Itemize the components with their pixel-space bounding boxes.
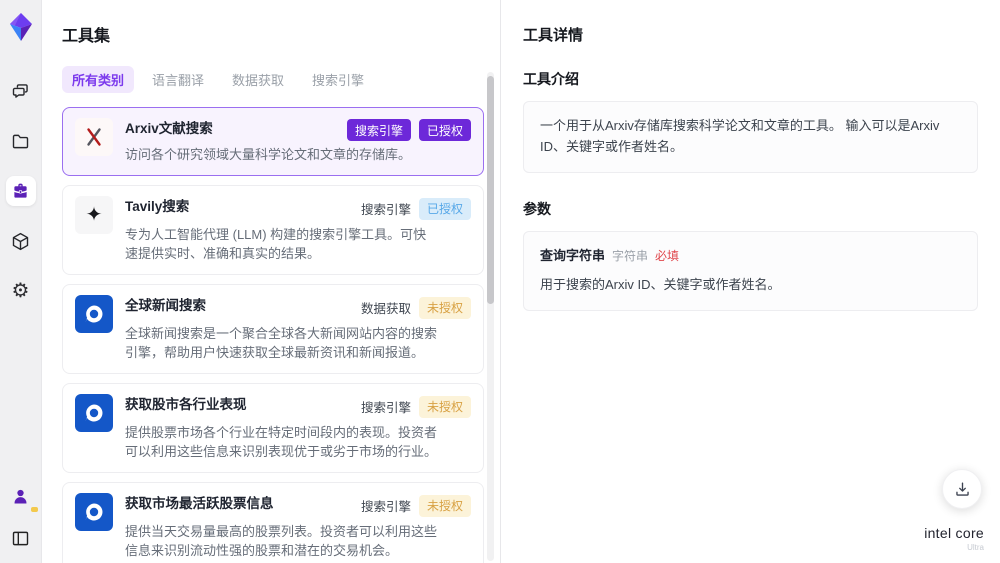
tool-description: 提供股票市场各个行业在特定时间段内的表现。投资者可以利用这些信息来识别表现优于或… [125, 424, 438, 460]
status-badge: 未授权 [418, 494, 471, 517]
tool-detail-panel: 工具详情 工具介绍 一个用于从Arxiv存储库搜索科学论文和文章的工具。 输入可… [500, 0, 1000, 563]
user-avatar-icon[interactable] [6, 481, 38, 512]
tab-search-engine[interactable]: 搜索引擎 [302, 66, 374, 93]
category-badge: 搜索引擎 [346, 119, 411, 141]
tab-data-fetch[interactable]: 数据获取 [222, 66, 294, 93]
tool-description: 提供当天交易量最高的股票列表。投资者可以利用这些信息来识别流动性强的股票和潜在的… [125, 523, 438, 559]
tool-card-global-news[interactable]: 全球新闻搜索 数据获取 未授权 全球新闻搜索是一个聚合全球各大新闻网站内容的搜索… [62, 283, 484, 374]
badges: 搜索引擎 未授权 [361, 394, 471, 419]
param-head: 查询字符串 字符串 必填 [540, 246, 961, 267]
tool-title: Arxiv文献搜索 [125, 121, 213, 136]
tool-title: 全球新闻搜索 [125, 297, 206, 313]
tool-title: 获取股市各行业表现 [125, 396, 247, 412]
arxiv-logo-icon [75, 118, 113, 156]
tool-card-most-active-stocks[interactable]: 获取市场最活跃股票信息 搜索引擎 未授权 提供当天交易量最高的股票列表。投资者可… [62, 481, 484, 563]
badges: 数据获取 未授权 [361, 295, 471, 320]
status-badge: 已授权 [418, 197, 471, 220]
news-bubble-icon [75, 492, 113, 531]
intro-text: 一个用于从Arxiv存储库搜索科学论文和文章的工具。 输入可以是Arxiv ID… [540, 118, 940, 154]
chat-icon[interactable] [6, 76, 36, 106]
card-content: Arxiv文献搜索 搜索引擎 已授权 访问各个研究领域大量科学论文和文章的存储库… [125, 118, 471, 165]
card-content: Tavily搜索 搜索引擎 已授权 专为人工智能代理 (LLM) 构建的搜索引擎… [125, 196, 471, 264]
user-status-dot [30, 507, 38, 512]
folder-icon[interactable] [6, 126, 36, 156]
tool-title: Tavily搜索 [125, 198, 190, 214]
tab-all-categories[interactable]: 所有类别 [62, 66, 135, 93]
param-description: 用于搜索的Arxiv ID、关键字或作者姓名。 [540, 277, 781, 293]
card-content: 全球新闻搜索 数据获取 未授权 全球新闻搜索是一个聚合全球各大新闻网站内容的搜索… [125, 295, 471, 363]
tavily-star-icon: ✦ [75, 195, 113, 234]
tool-description: 专为人工智能代理 (LLM) 构建的搜索引擎工具。可快速提供实时、准确和真实的结… [125, 226, 427, 262]
rail-nav: ⚙ [5, 76, 36, 306]
icon-rail: ⚙ [0, 0, 42, 563]
intro-box: 一个用于从Arxiv存储库搜索科学论文和文章的工具。 输入可以是Arxiv ID… [523, 101, 978, 173]
tool-list-panel: 工具集 所有类别 语言翻译 数据获取 搜索引擎 Arxiv文献搜索 搜索引擎 已… [42, 0, 500, 563]
category-label: 搜索引擎 [360, 203, 411, 217]
param-type: 字符串 [612, 248, 649, 263]
scrollbar-thumb[interactable] [487, 76, 494, 304]
status-badge: 已授权 [418, 119, 471, 141]
cube-icon[interactable] [6, 226, 36, 256]
news-bubble-icon [75, 294, 113, 333]
category-tabs: 所有类别 语言翻译 数据获取 搜索引擎 [62, 66, 500, 93]
badges: 搜索引擎 未授权 [361, 493, 471, 518]
page-title: 工具集 [62, 28, 111, 45]
settings-gear-icon[interactable]: ⚙ [6, 276, 36, 306]
badges: 搜索引擎 已授权 [346, 118, 471, 141]
tab-language-translation[interactable]: 语言翻译 [142, 66, 214, 93]
tool-card-arxiv[interactable]: Arxiv文献搜索 搜索引擎 已授权 访问各个研究领域大量科学论文和文章的存储库… [62, 107, 484, 176]
panel-toggle-icon[interactable] [6, 523, 36, 553]
status-badge: 未授权 [418, 296, 471, 319]
detail-title: 工具详情 [523, 27, 584, 44]
toolbox-icon[interactable] [5, 176, 36, 206]
param-required-flag: 必填 [655, 248, 680, 263]
tool-description: 访问各个研究领域大量科学论文和文章的存储库。 [125, 147, 412, 162]
download-icon [955, 481, 969, 496]
tool-title: 获取市场最活跃股票信息 [125, 495, 274, 511]
app-window: ⚙ 工具集 所有类别 语言翻译 数据获取 搜索引擎 Arxiv文献搜索 搜索引擎… [0, 0, 1000, 563]
tool-card-sector-performance[interactable]: 获取股市各行业表现 搜索引擎 未授权 提供股票市场各个行业在特定时间段内的表现。… [62, 382, 484, 473]
param-name: 查询字符串 [540, 247, 606, 263]
app-logo-icon [8, 12, 34, 42]
brand-sub-text: Ultra [967, 543, 984, 553]
badges: 搜索引擎 已授权 [361, 196, 471, 221]
brand-text: intel core [924, 524, 984, 541]
rail-bottom [6, 481, 38, 553]
intro-heading: 工具介绍 [523, 71, 579, 87]
intel-core-logo: intel core Ultra [924, 525, 984, 553]
category-label: 搜索引擎 [360, 401, 411, 415]
card-content: 获取市场最活跃股票信息 搜索引擎 未授权 提供当天交易量最高的股票列表。投资者可… [125, 493, 471, 561]
params-heading: 参数 [523, 200, 551, 217]
tool-card-tavily[interactable]: ✦ Tavily搜索 搜索引擎 已授权 专为人工智能代理 (LLM) 构建的搜索… [62, 184, 484, 275]
news-bubble-icon [75, 393, 113, 432]
category-label: 数据获取 [360, 302, 411, 316]
param-box: 查询字符串 字符串 必填 用于搜索的Arxiv ID、关键字或作者姓名。 [523, 230, 978, 312]
status-badge: 未授权 [418, 395, 471, 418]
card-content: 获取股市各行业表现 搜索引擎 未授权 提供股票市场各个行业在特定时间段内的表现。… [125, 394, 471, 462]
download-button[interactable] [942, 469, 982, 509]
tool-card-list: Arxiv文献搜索 搜索引擎 已授权 访问各个研究领域大量科学论文和文章的存储库… [62, 107, 484, 563]
category-label: 搜索引擎 [360, 500, 411, 514]
tool-description: 全球新闻搜索是一个聚合全球各大新闻网站内容的搜索引擎，帮助用户快速获取全球最新资… [125, 325, 438, 361]
